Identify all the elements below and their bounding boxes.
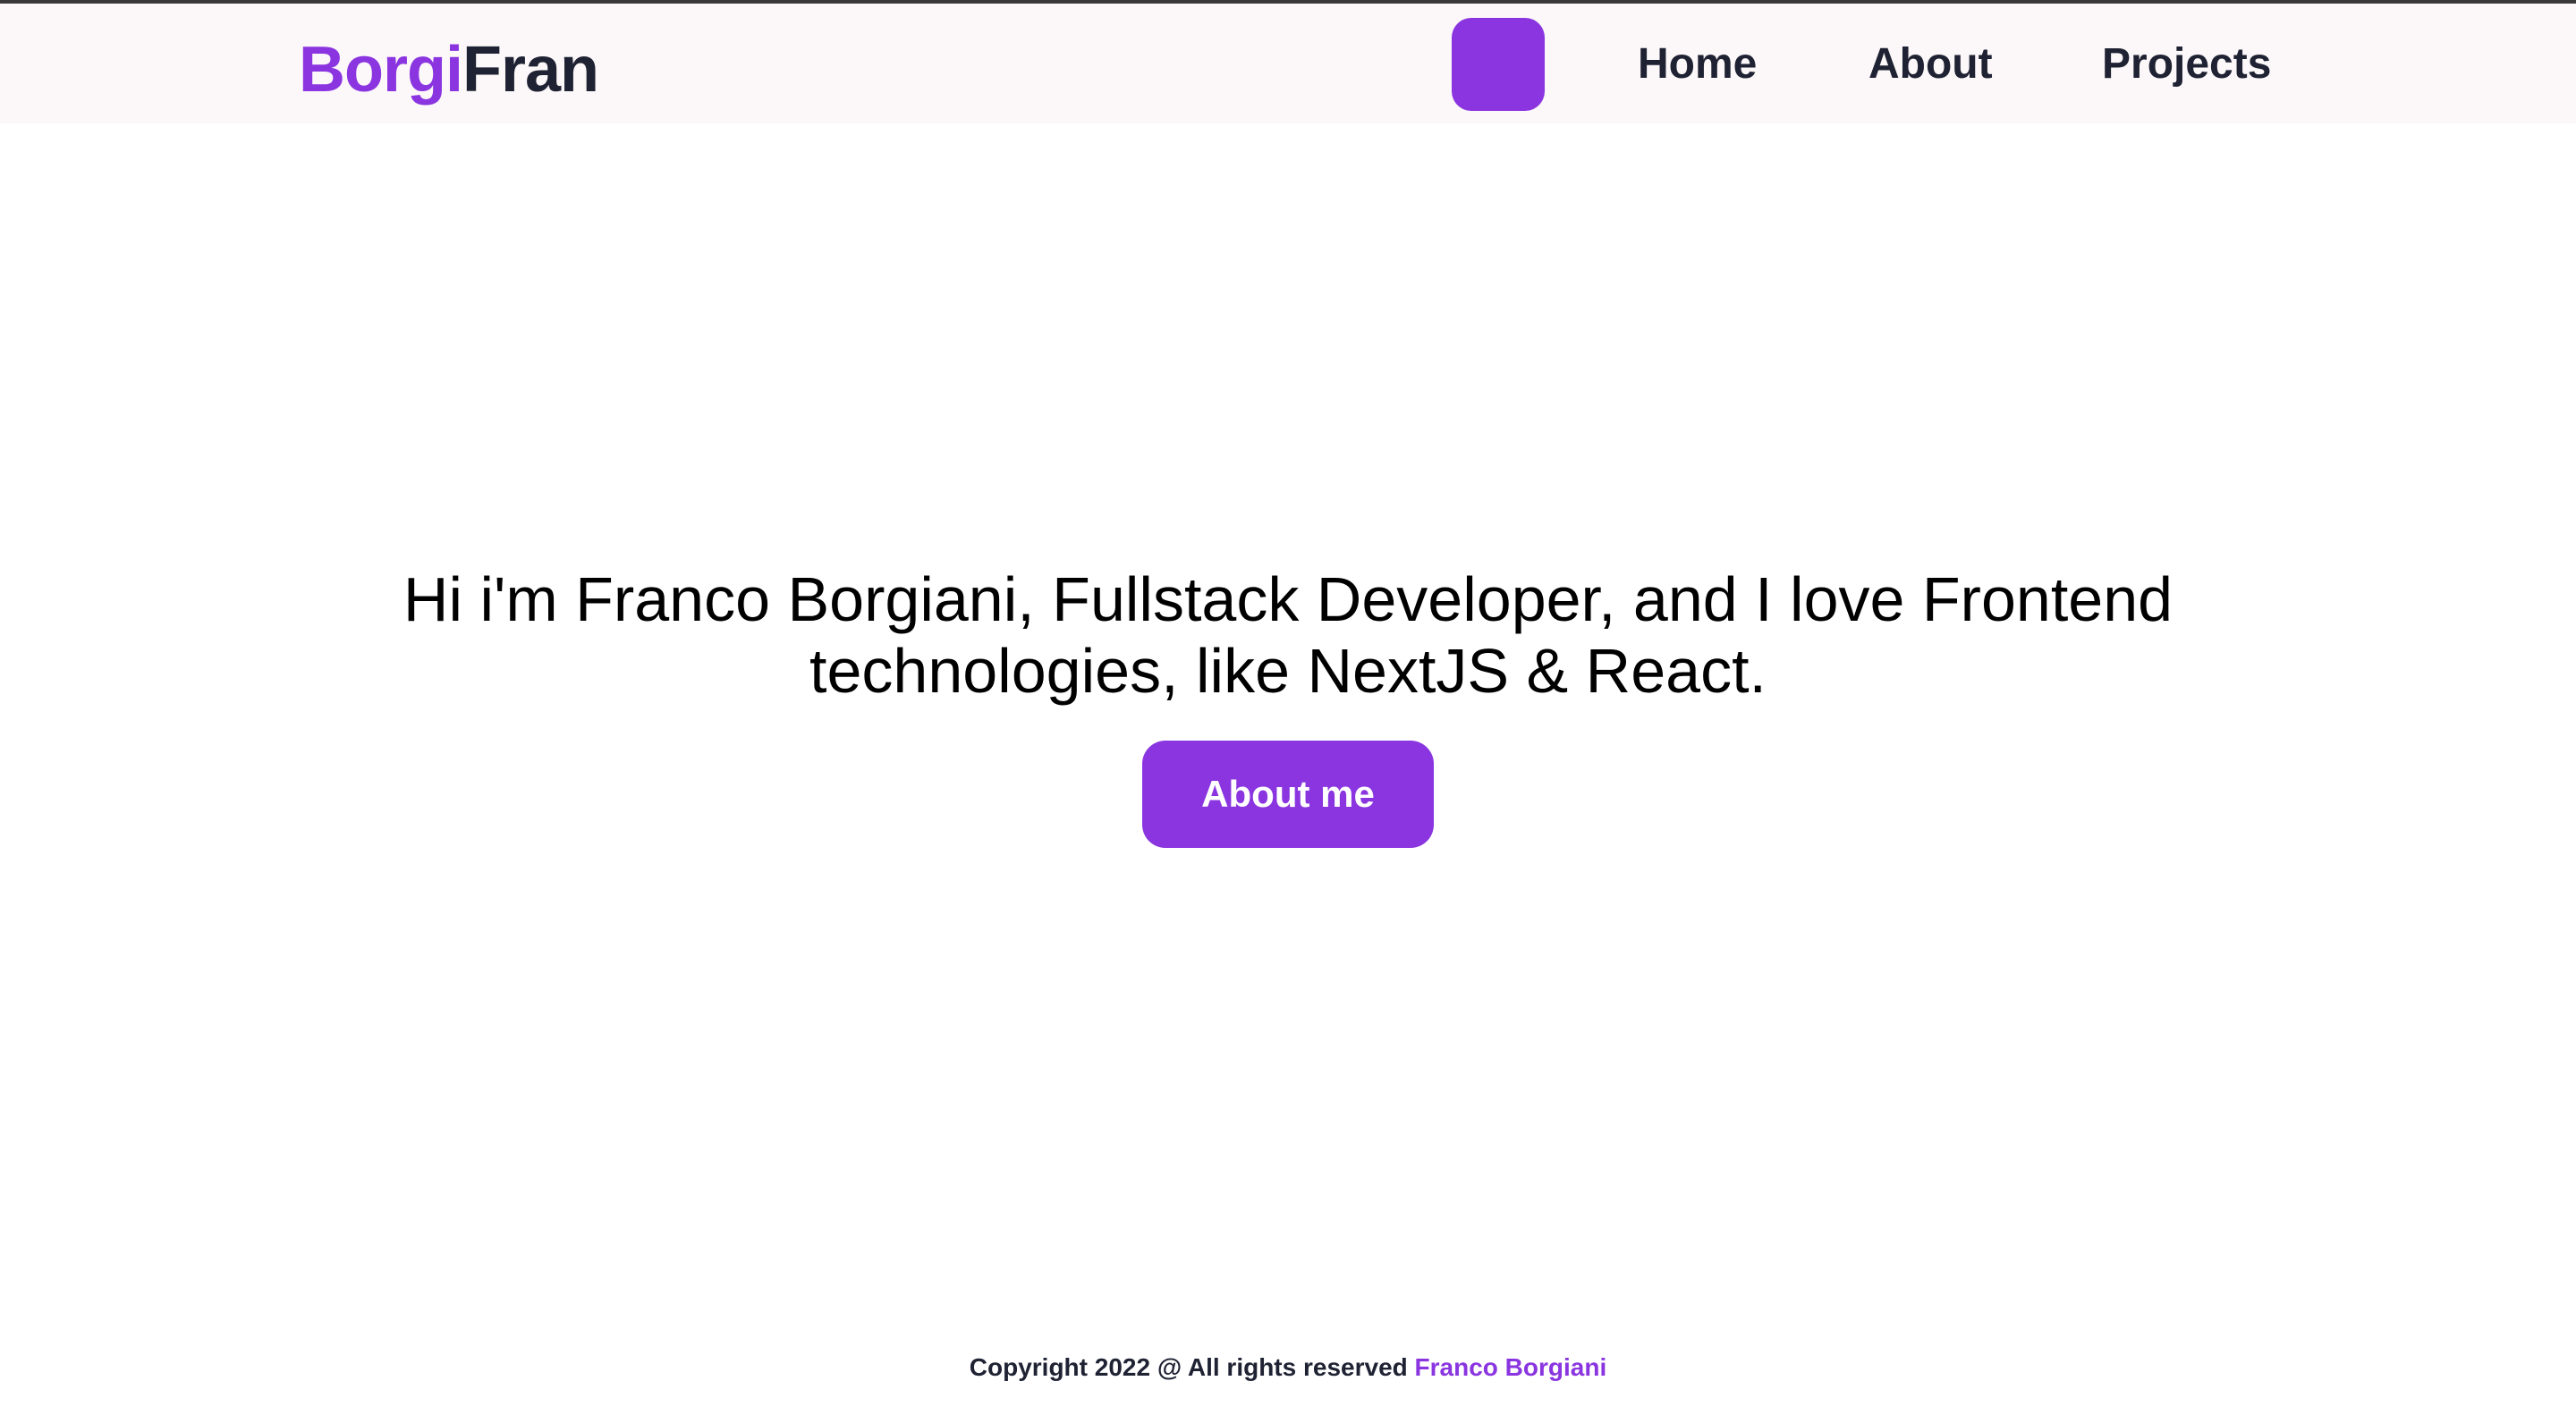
navbar: BorgiFran Home About Projects: [0, 4, 2576, 123]
site-logo[interactable]: BorgiFran: [299, 25, 599, 114]
moon-icon: [1480, 44, 1516, 85]
page: BorgiFran Home About Projects Hi i'm Fra…: [0, 0, 2576, 1415]
logo-accent-text: Borgi: [299, 34, 463, 106]
footer-author-link[interactable]: Franco Borgiani: [1415, 1353, 1607, 1381]
nav-link-home[interactable]: Home: [1638, 36, 1757, 93]
hero-section: Hi i'm Franco Borgiani, Fullstack Develo…: [0, 563, 2576, 707]
hero-heading: Hi i'm Franco Borgiani, Fullstack Develo…: [402, 564, 2174, 706]
theme-toggle-button[interactable]: [1452, 18, 1545, 111]
footer: Copyright 2022 @ All rights reserved Fra…: [0, 1346, 2576, 1389]
logo-main-text: Fran: [462, 34, 599, 106]
about-me-button[interactable]: About me: [1142, 741, 1434, 848]
footer-copyright: Copyright 2022 @ All rights reserved: [969, 1353, 1415, 1381]
nav-link-projects[interactable]: Projects: [2102, 36, 2271, 93]
nav-link-about[interactable]: About: [1868, 36, 1993, 93]
